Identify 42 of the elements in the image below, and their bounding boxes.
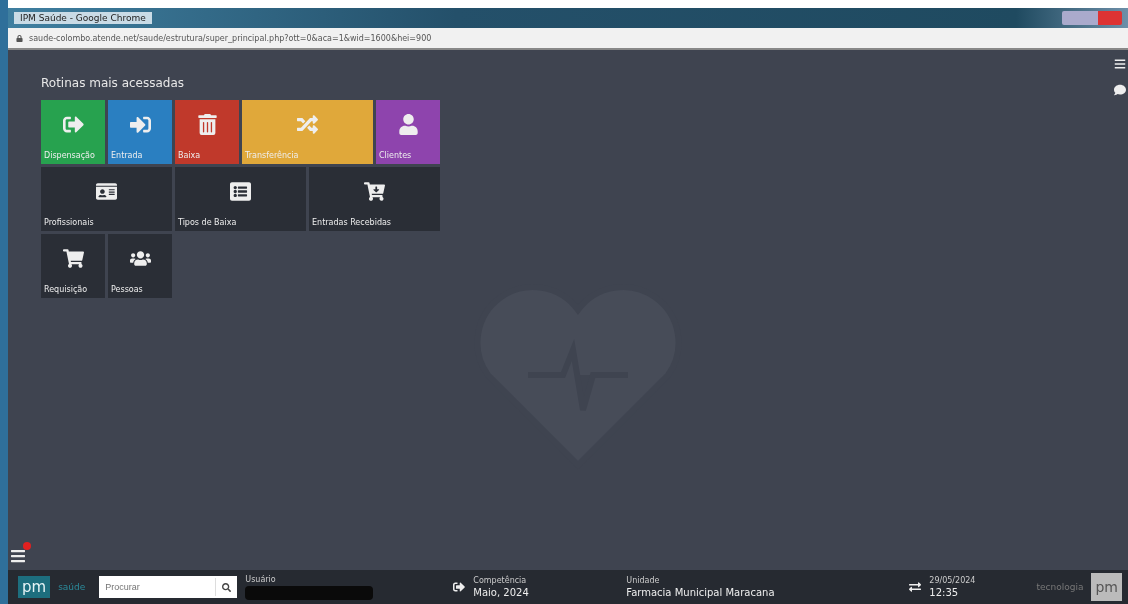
list-icon: [230, 181, 251, 202]
search-input[interactable]: Procurar: [99, 582, 216, 592]
chat-bubble-icon[interactable]: [1114, 84, 1126, 96]
cart-icon: [62, 248, 84, 269]
address-bar[interactable]: saude-colombo.atende.net/saude/estrutura/super_principal.php?ott=0&aca=1&wid=1600&hei=900: [8, 28, 1128, 50]
routine-tile[interactable]: Requisição: [41, 234, 105, 298]
routine-tile[interactable]: Entradas Recebidas: [309, 167, 440, 231]
routine-tile[interactable]: Clientes: [376, 100, 440, 164]
brand-text: tecnologia: [1036, 582, 1084, 592]
competence-label: Competência: [473, 576, 528, 585]
brand-logo: pm: [1091, 573, 1122, 601]
search-icon: [222, 582, 232, 592]
exchange-icon[interactable]: [909, 581, 922, 593]
window-title: IPM Saúde - Google Chrome: [14, 12, 152, 24]
url-text: saude-colombo.atende.net/saude/estrutura/super_principal.php?ott=0&aca=1&wid=1600&hei=900: [29, 33, 432, 43]
user-label: Usuário: [245, 574, 277, 584]
unit-label: Unidade: [626, 576, 661, 585]
routine-tile[interactable]: Baixa: [175, 100, 239, 164]
section-title: Rotinas mais acessadas: [41, 76, 186, 90]
routine-tile[interactable]: Tipos de Baixa: [175, 167, 306, 231]
competence-value: Maio, 2024: [473, 587, 530, 598]
search-field[interactable]: Procurar: [99, 576, 238, 598]
trash-icon: [196, 114, 218, 135]
date-text: 29/05/2024: [929, 576, 977, 585]
lock-icon: [16, 34, 23, 42]
logo-text: saúde: [58, 582, 86, 592]
shuffle-icon: [297, 114, 318, 135]
time-text: 12:35: [929, 587, 960, 598]
routine-tile[interactable]: Pessoas: [108, 234, 172, 298]
routine-tile[interactable]: Profissionais: [41, 167, 172, 231]
routine-tile[interactable]: Entrada: [108, 100, 172, 164]
menu-icon[interactable]: [1114, 58, 1126, 70]
exit-arrow-icon: [62, 114, 84, 135]
person-icon: [397, 114, 419, 135]
cart-icon: [364, 181, 385, 202]
people-icon: [129, 248, 151, 269]
logo: pm: [18, 576, 51, 598]
unit-value: Farmacia Municipal Maracana: [626, 587, 776, 598]
enter-arrow-icon: [129, 114, 151, 135]
id-card-icon: [96, 181, 117, 202]
exit-arrow-icon[interactable]: [453, 581, 466, 593]
menu-icon[interactable]: [10, 548, 26, 564]
